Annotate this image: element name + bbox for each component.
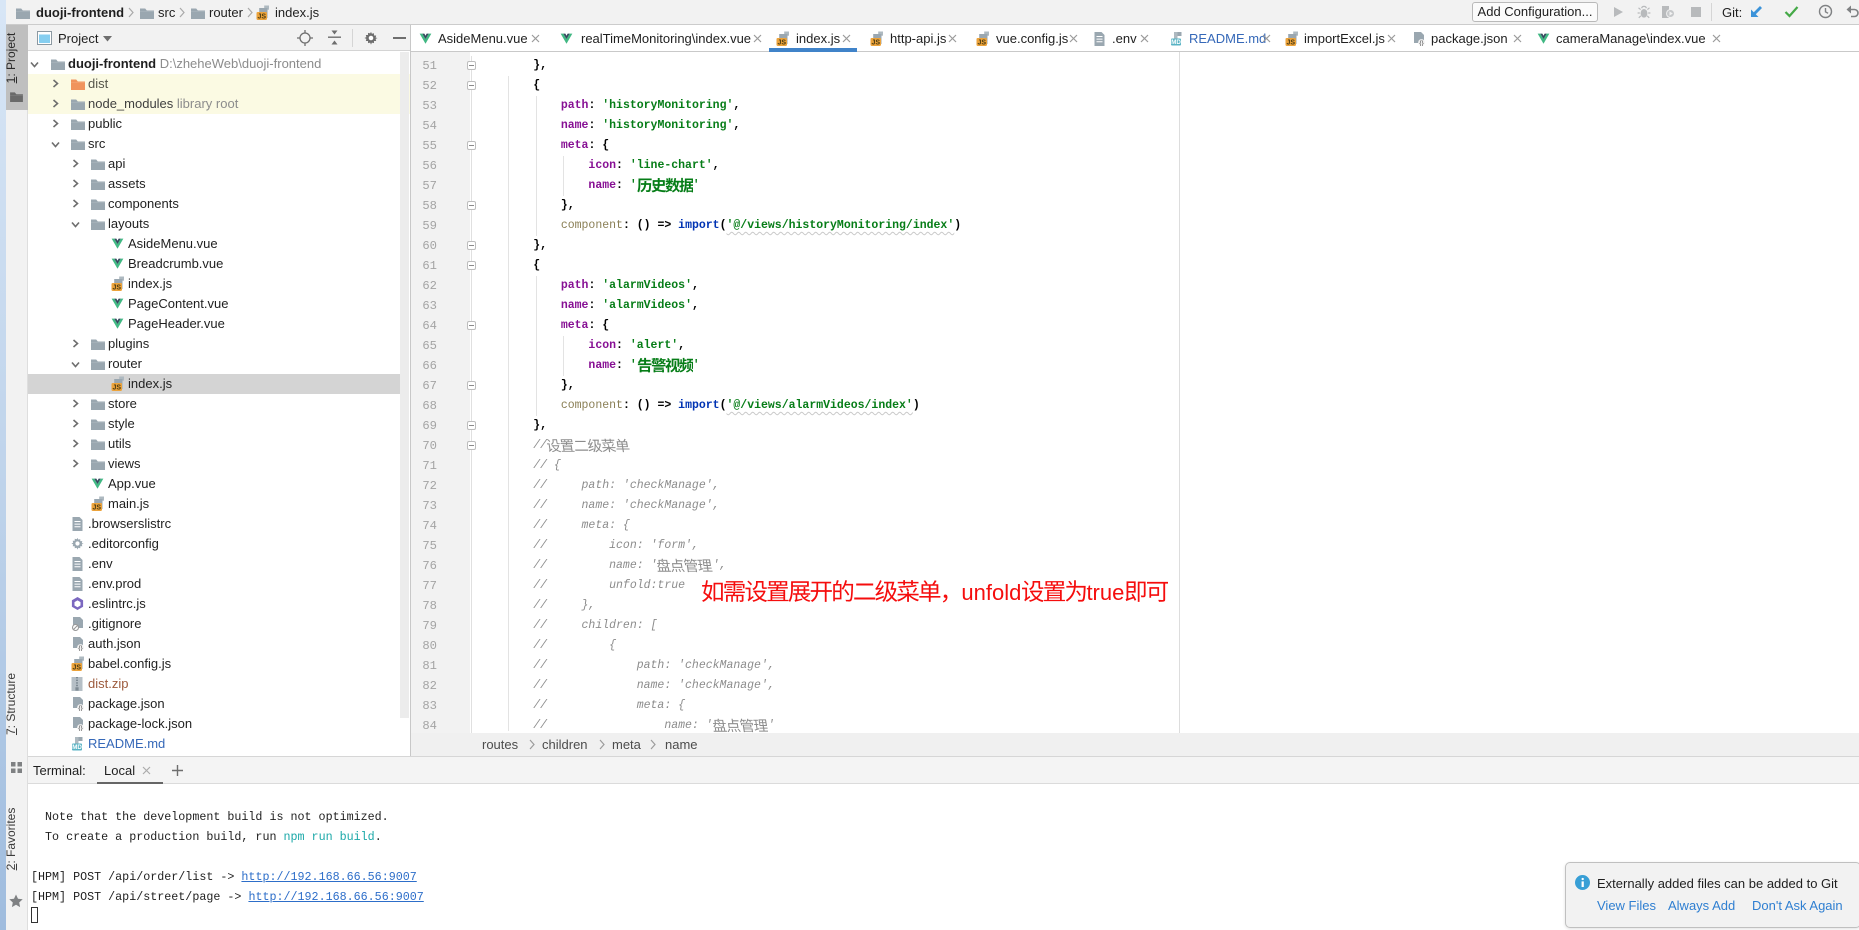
svg-text:JS: JS	[977, 39, 986, 46]
svg-text:JS: JS	[112, 284, 121, 291]
svg-text:{}: {}	[78, 705, 83, 711]
svg-text:JS: JS	[92, 504, 101, 511]
svg-text:JS: JS	[112, 384, 121, 391]
svg-text:JS: JS	[1286, 39, 1295, 46]
svg-text:JS: JS	[257, 13, 266, 20]
svg-text:{}: {}	[1419, 40, 1424, 46]
svg-text:JS: JS	[777, 39, 786, 46]
svg-text:MD: MD	[72, 744, 82, 751]
svg-text:{}: {}	[78, 725, 83, 731]
svg-text:JS: JS	[871, 39, 880, 46]
svg-text:JS: JS	[72, 664, 81, 671]
svg-text:{}: {}	[78, 645, 83, 651]
svg-text:MD: MD	[1171, 39, 1181, 46]
